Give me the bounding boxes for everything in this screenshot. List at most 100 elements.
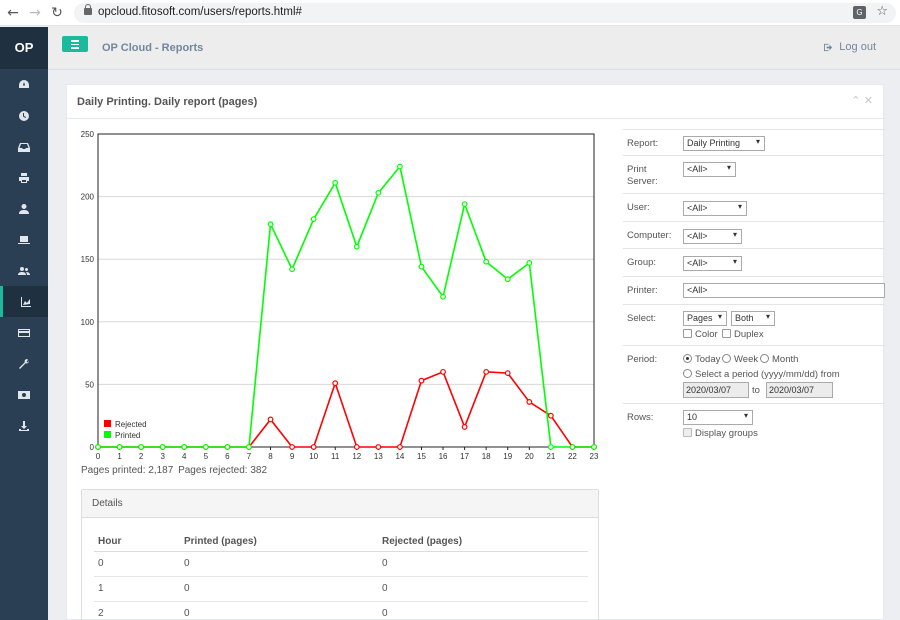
sidebar-item-money[interactable] [0,379,48,410]
data-point-rejected [483,368,490,375]
summary-text: Pages printed: 2,187 Pages rejected: 382 [81,465,269,476]
sidebar-nav [0,69,48,441]
data-point-printed [483,258,490,265]
translate-icon[interactable]: G [853,6,866,19]
sidebar-item-users[interactable] [0,255,48,286]
group-select[interactable]: <All> [683,256,742,271]
period-custom-radio[interactable]: Select a period (yyyy/mm/dd) from [683,369,840,380]
duplex-checkbox-box[interactable] [722,329,731,338]
table-cell: 0 [98,558,104,569]
rows-label: Rows: [627,412,654,423]
period-from-input[interactable]: 2020/03/07 [683,382,749,398]
sidebar-item-credit-card[interactable] [0,317,48,348]
legend-label-rejected: Rejected [115,420,147,429]
x-tick-label: 13 [374,452,383,461]
data-point-rejected [461,424,468,430]
period-week-radio[interactable]: Week [722,354,758,365]
download-icon [19,420,29,431]
data-point-printed [246,444,252,450]
panel-title: Daily Printing. Daily report (pages) [77,96,258,108]
panel-tools: ⌃ ✕ [851,94,873,107]
color-checkbox-label: Color [695,329,718,340]
laptop-icon [18,235,30,244]
bookmark-star-icon[interactable]: ☆ [876,4,888,19]
x-tick-label: 1 [117,452,122,461]
x-tick-label: 17 [460,452,469,461]
period-today-radio[interactable]: Today [683,354,720,365]
x-tick-label: 2 [139,452,144,461]
sidebar-item-printer[interactable] [0,162,48,193]
duplex-checkbox[interactable]: Duplex [722,329,764,340]
plot-frame [97,133,595,448]
user-icon [19,203,29,214]
series-line-printed [98,164,594,448]
printer-icon [19,172,29,183]
data-point-printed [397,163,403,170]
group-label: Group: [627,257,657,268]
users-icon [18,266,30,275]
sidebar-item-inbox[interactable] [0,131,48,162]
group-row: Group: <All> [623,248,885,276]
data-point-printed [591,444,597,450]
x-tick-label: 15 [417,452,426,461]
period-custom-label: Select a period (yyyy/mm/dd) from [695,369,840,380]
rows-row: Rows: 10 Display groups [623,403,885,447]
color-checkbox[interactable]: Color [683,329,718,340]
money-icon [18,390,30,399]
logo[interactable]: OP [0,27,48,69]
data-point-rejected [418,377,425,384]
table-cell: 0 [184,583,190,594]
report-select[interactable]: Daily Printing [683,136,765,151]
select-unit-dropdown[interactable]: Pages [683,311,727,326]
data-point-rejected [440,368,446,375]
sidebar-item-download[interactable] [0,410,48,441]
data-point-printed [440,293,446,300]
x-tick-label: 11 [331,452,340,461]
x-tick-label: 16 [439,452,448,461]
rows-select[interactable]: 10 [683,410,753,425]
table-cell: 0 [382,608,388,619]
url-text: opcloud.fitosoft.com/users/reports.html# [98,6,302,18]
data-point-printed [310,216,317,223]
x-tick-label: 19 [503,452,512,461]
data-point-printed [526,260,533,266]
forward-icon[interactable]: → [26,4,44,22]
sign-out-icon [824,43,833,51]
collapse-icon[interactable]: ⌃ [851,94,860,107]
user-select[interactable]: <All> [683,201,747,216]
select-label: Select: [627,313,657,324]
display-groups-checkbox[interactable]: Display groups [683,428,758,439]
printer-input[interactable]: <All> [683,283,885,298]
data-point-rejected [289,444,295,450]
sidebar-item-area-chart[interactable] [0,286,48,317]
address-bar[interactable]: opcloud.fitosoft.com/users/reports.html#… [74,3,896,23]
computer-row: Computer: <All> [623,221,885,248]
sidebar-item-user[interactable] [0,193,48,224]
pages-printed: Pages printed: 2,187 [81,465,174,476]
close-icon[interactable]: ✕ [864,94,873,107]
period-month-label: Month [772,354,799,365]
sidebar-item-laptop[interactable] [0,224,48,255]
sidebar-item-dashboard[interactable] [0,69,48,100]
select-type-dropdown[interactable]: Both [731,311,775,326]
sidebar-item-wrench[interactable] [0,348,48,379]
y-tick-label: 50 [85,380,94,389]
print-server-select[interactable]: <All> [683,162,736,177]
period-month-radio[interactable]: Month [760,354,798,365]
logout-link[interactable]: Log out [824,41,876,53]
data-point-printed [202,444,209,450]
y-tick-label: 150 [81,255,95,264]
menu-toggle-button[interactable] [62,36,88,52]
data-point-rejected [310,444,317,450]
computer-select[interactable]: <All> [683,229,742,244]
report-panel: Daily Printing. Daily report (pages) ⌃ ✕… [66,84,885,620]
sidebar-item-clock[interactable] [0,100,48,131]
table-row: 0 0 0 [94,552,588,577]
period-to-input[interactable]: 2020/03/07 [766,382,833,398]
color-checkbox-box[interactable] [683,329,692,338]
table-header-row: Hour Printed (pages) Rejected (pages) [94,530,588,552]
x-tick-label: 12 [352,452,361,461]
column-header: Hour [98,536,122,547]
reload-icon[interactable]: ↻ [48,4,66,22]
back-icon[interactable]: ← [4,4,22,22]
